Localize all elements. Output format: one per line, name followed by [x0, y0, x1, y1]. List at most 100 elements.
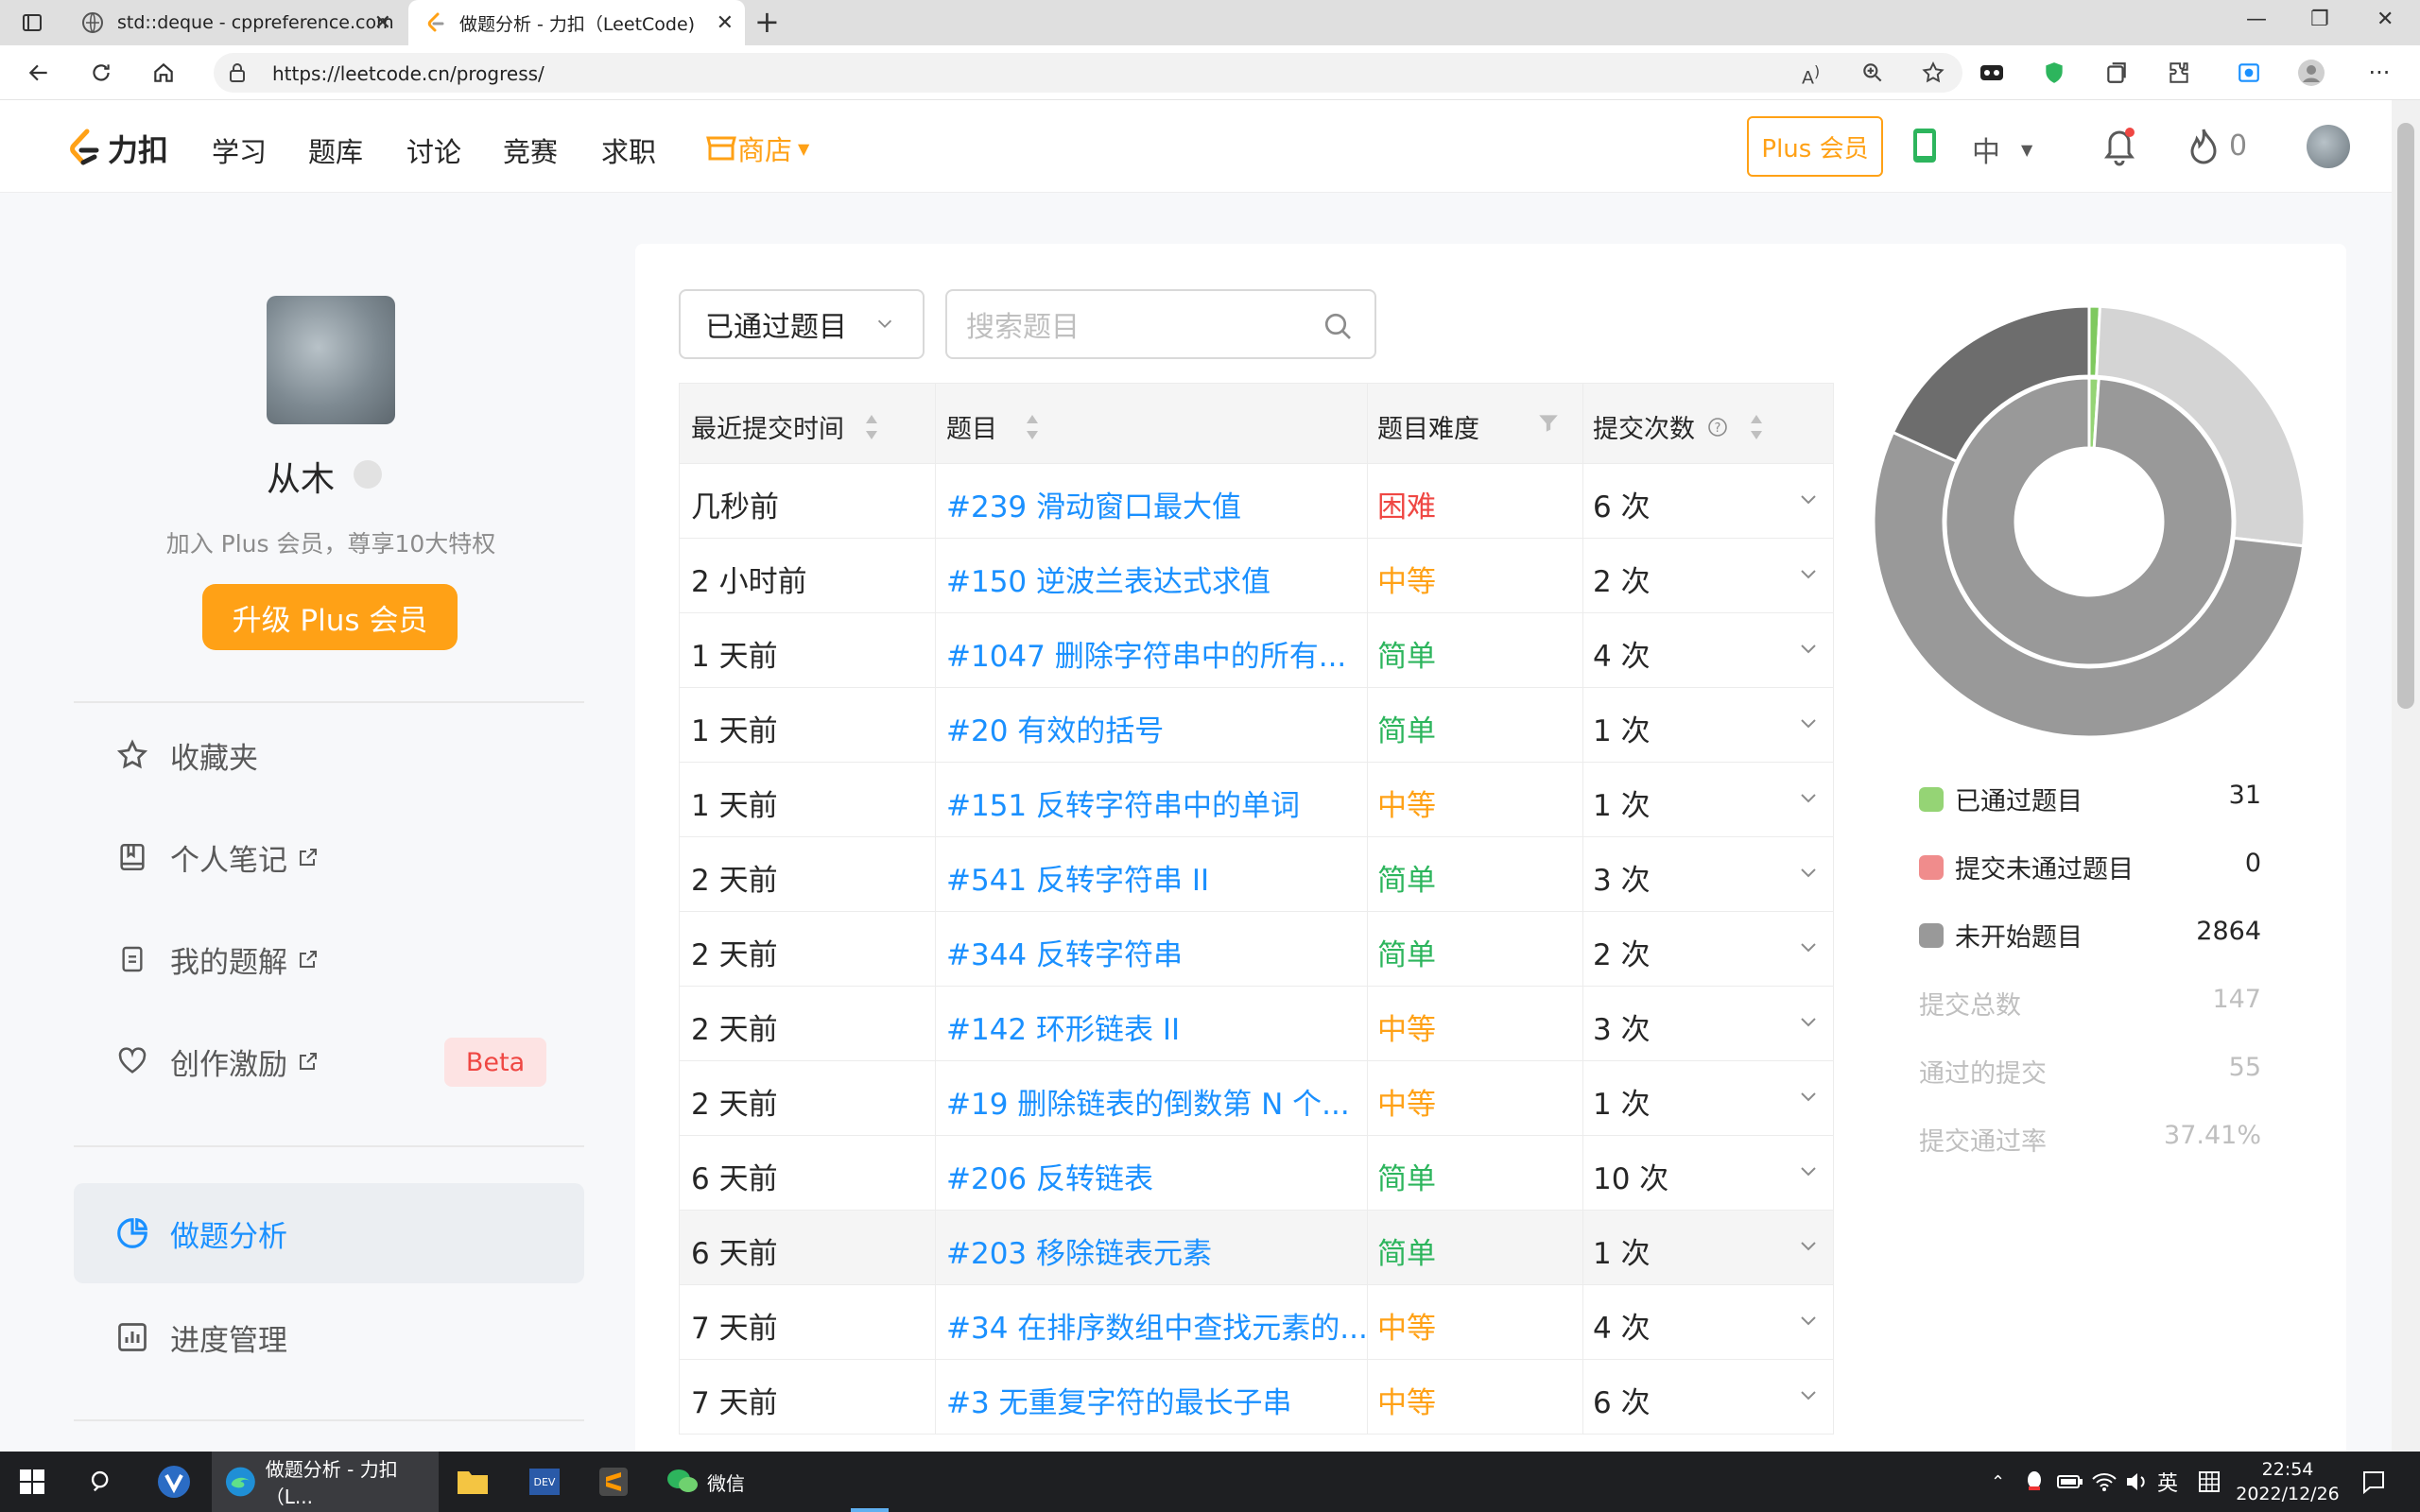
problem-link[interactable]: #203 移除链表元素 [946, 1229, 1212, 1272]
file-explorer-icon[interactable] [456, 1452, 490, 1512]
new-tab-button[interactable]: + [754, 4, 780, 40]
problem-link[interactable]: #1047 删除字符串中的所有... [946, 632, 1346, 675]
expand-chevron-icon[interactable] [1799, 1090, 1818, 1105]
expand-chevron-icon[interactable] [1799, 1388, 1818, 1403]
table-row[interactable]: 2 天前 #541 反转字符串 II 简单 3 次 [679, 837, 1834, 912]
devcpp-app-icon[interactable]: DEV [527, 1452, 562, 1512]
windows-start-icon[interactable] [19, 1452, 45, 1512]
problem-link[interactable]: #344 反转字符串 [946, 931, 1183, 973]
status-filter-select[interactable]: 已通过题目 [679, 289, 925, 359]
tab-cppreference[interactable]: std::deque - cppreference.com ✕ [70, 0, 403, 45]
read-aloud-icon[interactable]: A) [1802, 62, 1820, 88]
streak-counter[interactable]: 0 [2187, 127, 2247, 164]
ime-mode-icon[interactable] [2199, 1452, 2220, 1512]
show-hidden-icons[interactable]: ⌃ [1991, 1452, 2005, 1512]
sidebar-item-solutions[interactable]: 我的题解 [74, 909, 584, 1009]
minimize-icon[interactable]: — [2246, 8, 2267, 31]
table-row[interactable]: 6 天前 #203 移除链表元素 简单 1 次 [679, 1211, 1834, 1285]
taskbar-edge-app[interactable]: 做题分析 - 力扣（L... [212, 1452, 439, 1512]
header-title[interactable]: 题目 [946, 408, 1041, 445]
expand-chevron-icon[interactable] [1799, 567, 1818, 582]
header-time[interactable]: 最近提交时间 [691, 408, 880, 445]
header-difficulty[interactable]: 题目难度 [1377, 408, 1479, 445]
profile-name[interactable]: 从木 [267, 452, 335, 501]
expand-chevron-icon[interactable] [1799, 492, 1818, 507]
problem-link[interactable]: #3 无重复字符的最长子串 [946, 1379, 1292, 1421]
problem-link[interactable]: #34 在排序数组中查找元素的... [946, 1304, 1368, 1347]
nav-jobs[interactable]: 求职 [601, 130, 656, 170]
sidebar-item-progress[interactable]: 进度管理 [74, 1287, 584, 1387]
user-avatar[interactable] [2307, 125, 2350, 168]
expand-chevron-icon[interactable] [1799, 1164, 1818, 1179]
notification-icon[interactable] [2361, 1452, 2386, 1512]
upgrade-plus-button[interactable]: 升级 Plus 会员 [202, 584, 458, 650]
close-tab-icon[interactable]: ✕ [374, 11, 391, 35]
lock-icon[interactable] [227, 61, 248, 84]
table-row[interactable]: 2 天前 #142 环形链表 II 中等 3 次 [679, 987, 1834, 1061]
expand-chevron-icon[interactable] [1799, 866, 1818, 881]
edge-sidebar-icon[interactable] [2233, 57, 2265, 89]
tab-leetcode-active[interactable]: 做题分析 - 力扣（LeetCode) ✕ [408, 0, 745, 45]
problem-link[interactable]: #151 反转字符串中的单词 [946, 782, 1300, 824]
problem-link[interactable]: #150 逆波兰表达式求值 [946, 558, 1270, 600]
search-input[interactable]: 搜索题目 [945, 289, 1376, 359]
home-icon[interactable] [147, 57, 180, 89]
profile-icon[interactable] [2295, 57, 2327, 89]
expand-chevron-icon[interactable] [1799, 791, 1818, 806]
plus-member-button[interactable]: Plus 会员 [1747, 116, 1883, 177]
search-icon[interactable] [1322, 310, 1356, 344]
maximize-icon[interactable]: ❐ [2310, 8, 2329, 31]
table-row[interactable]: 1 天前 #1047 删除字符串中的所有... 简单 4 次 [679, 613, 1834, 688]
bell-icon[interactable] [2100, 125, 2138, 166]
extensions-puzzle-icon[interactable] [2163, 57, 2195, 89]
table-row[interactable]: 几秒前 #239 滑动窗口最大值 困难 6 次 [679, 464, 1834, 539]
profile-avatar[interactable] [267, 296, 395, 424]
nav-contest[interactable]: 竞赛 [503, 130, 558, 170]
table-row[interactable]: 6 天前 #206 反转链表 简单 10 次 [679, 1136, 1834, 1211]
problem-link[interactable]: #239 滑动窗口最大值 [946, 483, 1241, 525]
system-clock[interactable]: 22:54 2022/12/26 [2231, 1457, 2344, 1506]
language-switcher[interactable]: 中 ▼ [1972, 129, 2032, 170]
header-count[interactable]: 提交次数 ? [1593, 408, 1765, 445]
nav-learn[interactable]: 学习 [212, 130, 267, 170]
nav-store[interactable]: 商店 ▼ [705, 129, 809, 168]
search-icon[interactable] [89, 1452, 115, 1512]
vivaldi-app-icon[interactable] [157, 1452, 191, 1512]
qq-icon[interactable] [2023, 1452, 2046, 1512]
volume-icon[interactable] [2125, 1452, 2150, 1512]
mobile-app-icon[interactable] [1910, 127, 1940, 164]
table-row[interactable]: 7 天前 #3 无重复字符的最长子串 中等 6 次 [679, 1360, 1834, 1435]
table-row[interactable]: 2 天前 #344 反转字符串 简单 2 次 [679, 912, 1834, 987]
site-logo[interactable]: 力扣 [64, 127, 168, 170]
back-icon[interactable] [23, 57, 55, 89]
ime-language[interactable]: 英 [2157, 1452, 2178, 1512]
expand-chevron-icon[interactable] [1799, 716, 1818, 731]
expand-chevron-icon[interactable] [1799, 1015, 1818, 1030]
collections-icon[interactable] [2100, 57, 2133, 89]
zoom-icon[interactable] [1860, 60, 1885, 85]
nav-problemset[interactable]: 题库 [308, 130, 363, 170]
more-menu-icon[interactable]: ··· [2363, 57, 2395, 89]
refresh-icon[interactable] [85, 57, 117, 89]
wifi-icon[interactable] [2091, 1452, 2118, 1512]
tab-actions-icon[interactable] [21, 11, 43, 34]
favorite-star-icon[interactable] [1921, 60, 1945, 85]
nav-discuss[interactable]: 讨论 [406, 130, 461, 170]
address-bar[interactable]: https://leetcode.cn/progress/ A) [214, 53, 1962, 93]
table-row[interactable]: 2 天前 #19 删除链表的倒数第 N 个... 中等 1 次 [679, 1061, 1834, 1136]
expand-chevron-icon[interactable] [1799, 940, 1818, 955]
table-row[interactable]: 1 天前 #20 有效的括号 简单 1 次 [679, 688, 1834, 763]
problem-link[interactable]: #142 环形链表 II [946, 1005, 1180, 1048]
table-row[interactable]: 2 小时前 #150 逆波兰表达式求值 中等 2 次 [679, 539, 1834, 613]
table-row[interactable]: 7 天前 #34 在排序数组中查找元素的... 中等 4 次 [679, 1285, 1834, 1360]
sidebar-item-notes[interactable]: 个人笔记 [74, 807, 584, 907]
scrollbar-thumb[interactable] [2397, 123, 2414, 709]
sidebar-item-analysis[interactable]: 做题分析 [74, 1183, 584, 1283]
close-window-icon[interactable]: ✕ [2377, 8, 2394, 31]
sidebar-item-favorites[interactable]: 收藏夹 [74, 705, 584, 805]
problem-link[interactable]: #541 反转字符串 II [946, 856, 1209, 899]
table-row[interactable]: 1 天前 #151 反转字符串中的单词 中等 1 次 [679, 763, 1834, 837]
expand-chevron-icon[interactable] [1799, 642, 1818, 657]
expand-chevron-icon[interactable] [1799, 1239, 1818, 1254]
taskbar-wechat-app[interactable]: 微信 [662, 1452, 870, 1512]
